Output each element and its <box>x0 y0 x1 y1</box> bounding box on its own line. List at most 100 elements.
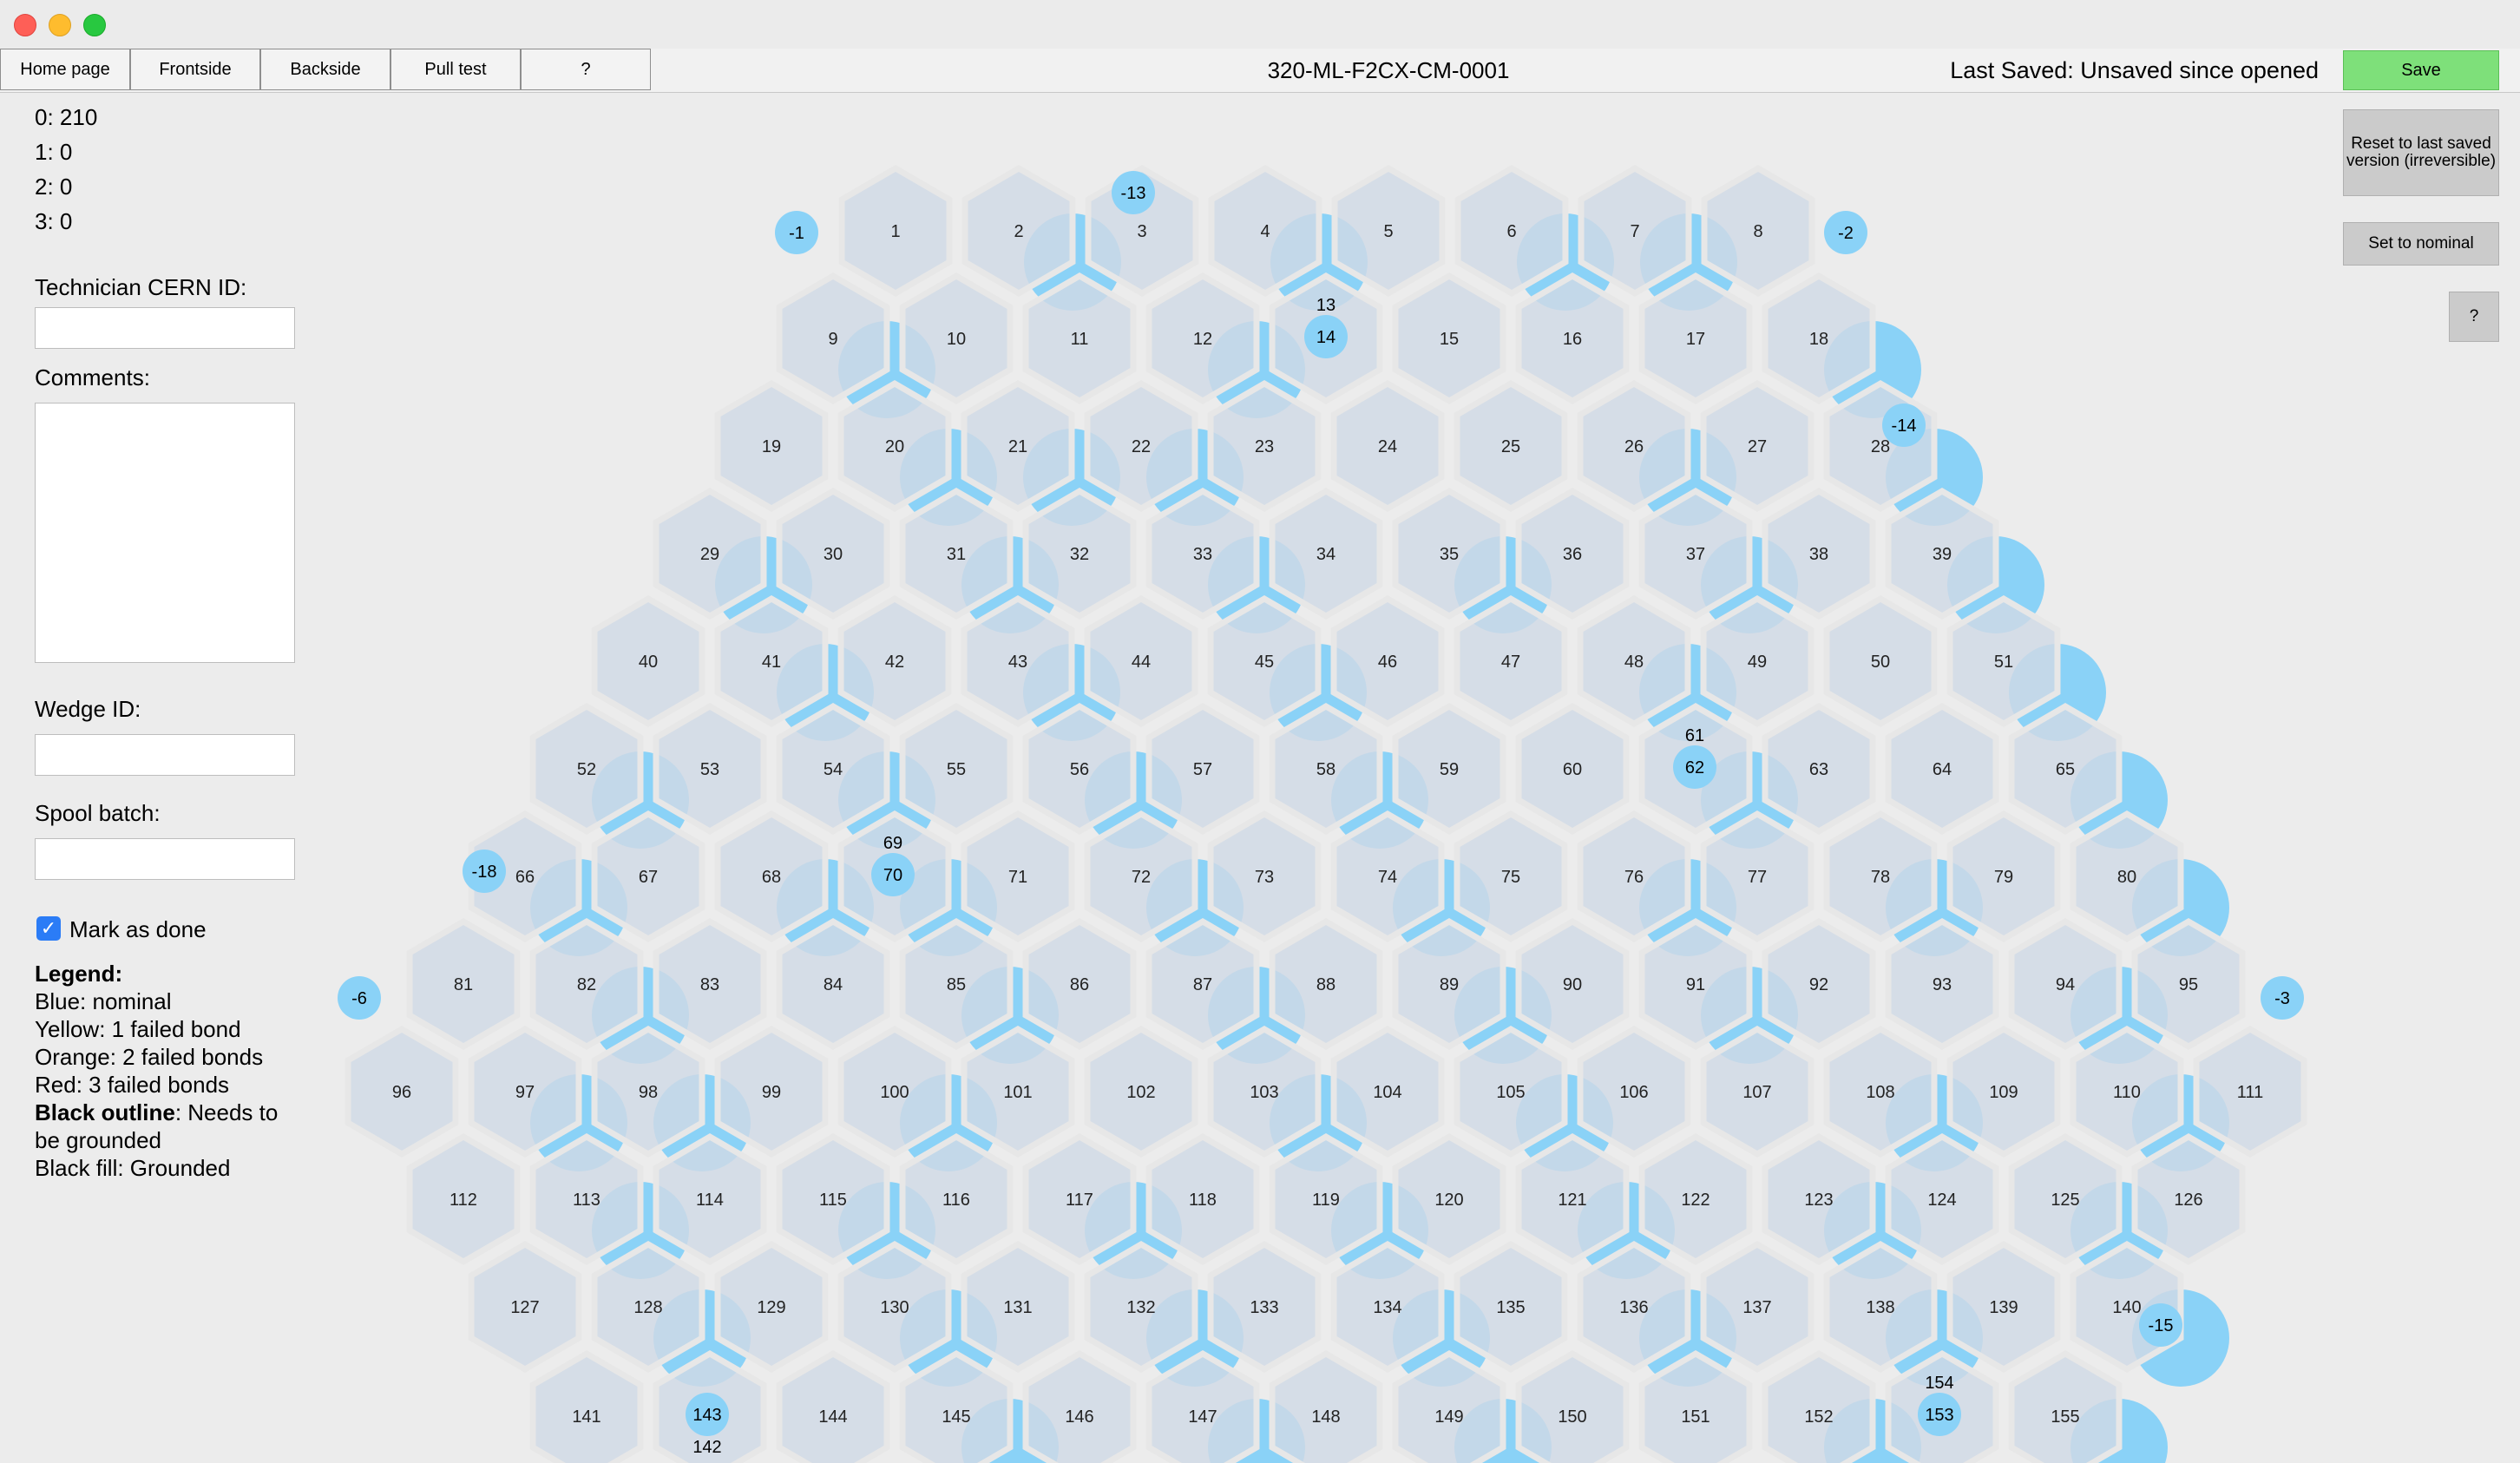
calibration-pad-label: 62 <box>1685 758 1704 777</box>
hex-label: 140 <box>2112 1298 2141 1317</box>
hex-label: 4 <box>1260 222 1270 241</box>
hex-label: 38 <box>1809 545 1828 564</box>
hex-label: 120 <box>1434 1191 1463 1210</box>
hex-label: 119 <box>1312 1191 1340 1210</box>
hex-label: 97 <box>515 1083 535 1102</box>
hex-label: 8 <box>1753 222 1762 241</box>
hex-label: 60 <box>1563 760 1582 779</box>
hex-label: 141 <box>572 1407 600 1427</box>
hex-label: 103 <box>1250 1083 1278 1102</box>
hex-label: 27 <box>1748 437 1767 456</box>
hex-label: 144 <box>818 1407 847 1427</box>
hex-label: 93 <box>1933 975 1952 994</box>
hex-label: 112 <box>450 1191 477 1210</box>
hex-label: 1 <box>890 222 900 241</box>
guard-ring-pad-label: -18 <box>472 863 497 882</box>
hex-label: 122 <box>1681 1191 1710 1210</box>
guard-ring-pad-label: -13 <box>1121 184 1146 203</box>
hex-label: 110 <box>2113 1083 2141 1102</box>
hex-label: 53 <box>700 760 719 779</box>
hex-label: 126 <box>2174 1191 2202 1210</box>
hex-label: 132 <box>1126 1298 1155 1317</box>
hex-label: 74 <box>1378 868 1397 887</box>
hex-label: 67 <box>639 868 658 887</box>
hex-label: 49 <box>1748 653 1767 672</box>
hex-label: 77 <box>1748 868 1767 887</box>
hex-label: 66 <box>515 868 535 887</box>
hex-label: 21 <box>1008 437 1027 456</box>
hex-label: 117 <box>1066 1191 1093 1210</box>
hex-label: 131 <box>1003 1298 1032 1317</box>
hex-label: 63 <box>1809 760 1828 779</box>
hex-label: 20 <box>885 437 904 456</box>
hex-label: 41 <box>762 653 781 672</box>
hex-label: 115 <box>819 1191 847 1210</box>
hex-label: 40 <box>639 653 658 672</box>
hex-label: 92 <box>1809 975 1828 994</box>
hex-label: 104 <box>1373 1083 1401 1102</box>
hex-label: 138 <box>1866 1298 1894 1317</box>
hex-label: 125 <box>2051 1191 2079 1210</box>
hex-label: 81 <box>454 975 473 994</box>
hex-label: 116 <box>942 1191 970 1210</box>
hex-label: 80 <box>2117 868 2136 887</box>
calibration-pad-label: 153 <box>1925 1406 1953 1425</box>
hex-label: 145 <box>942 1407 970 1427</box>
hex-label: 100 <box>880 1083 909 1102</box>
hex-label: 102 <box>1126 1083 1155 1102</box>
guard-ring-pad-label: -3 <box>2274 989 2290 1008</box>
guard-ring-pad-label: -2 <box>1838 224 1854 243</box>
hex-label: 134 <box>1373 1298 1401 1317</box>
pad-number-label: 142 <box>692 1438 721 1457</box>
hex-label: 152 <box>1804 1407 1833 1427</box>
hex-label: 45 <box>1255 653 1274 672</box>
hex-label: 121 <box>1558 1191 1586 1210</box>
pad-number-label: 13 <box>1316 296 1335 315</box>
guard-ring-pad-label: -6 <box>351 989 367 1008</box>
guard-ring-pad-label: -1 <box>789 224 804 243</box>
hex-label: 147 <box>1188 1407 1217 1427</box>
hex-label: 43 <box>1008 653 1027 672</box>
hex-label: 124 <box>1927 1191 1956 1210</box>
guard-ring-pad-label: -15 <box>2149 1316 2174 1335</box>
hex-label: 73 <box>1255 868 1274 887</box>
hex-label: 79 <box>1994 868 2013 887</box>
hex-label: 19 <box>762 437 781 456</box>
hex-label: 84 <box>824 975 843 994</box>
hex-label: 12 <box>1193 330 1212 349</box>
hex-label: 133 <box>1250 1298 1278 1317</box>
calibration-pad-label: 143 <box>692 1406 721 1425</box>
hex-label: 106 <box>1619 1083 1648 1102</box>
hex-label: 155 <box>2051 1407 2079 1427</box>
hex-label: 11 <box>1071 330 1089 349</box>
hex-label: 34 <box>1316 545 1335 564</box>
hex-label: 5 <box>1383 222 1393 241</box>
calibration-pad-label: 70 <box>883 866 902 885</box>
hex-label: 32 <box>1070 545 1089 564</box>
hex-label: 52 <box>577 760 596 779</box>
hex-label: 87 <box>1193 975 1212 994</box>
hex-label: 22 <box>1132 437 1151 456</box>
hex-label: 48 <box>1624 653 1644 672</box>
hex-label: 86 <box>1070 975 1089 994</box>
hex-label: 18 <box>1809 330 1828 349</box>
hex-label: 59 <box>1440 760 1459 779</box>
hex-label: 98 <box>639 1083 658 1102</box>
hex-label: 31 <box>947 545 966 564</box>
hex-label: 26 <box>1624 437 1644 456</box>
hex-label: 55 <box>947 760 966 779</box>
hex-label: 39 <box>1933 545 1952 564</box>
hex-label: 76 <box>1624 868 1644 887</box>
hex-label: 44 <box>1132 653 1151 672</box>
hex-label: 114 <box>696 1191 724 1210</box>
hex-label: 47 <box>1501 653 1520 672</box>
hex-label: 51 <box>1994 653 2013 672</box>
calibration-pad-label: 14 <box>1316 328 1335 347</box>
hex-label: 29 <box>700 545 719 564</box>
hex-label: 139 <box>1989 1298 2018 1317</box>
hex-label: 89 <box>1440 975 1459 994</box>
hex-label: 101 <box>1003 1083 1032 1102</box>
hex-label: 71 <box>1008 868 1027 887</box>
hex-label: 113 <box>573 1191 600 1210</box>
hex-label: 82 <box>577 975 596 994</box>
